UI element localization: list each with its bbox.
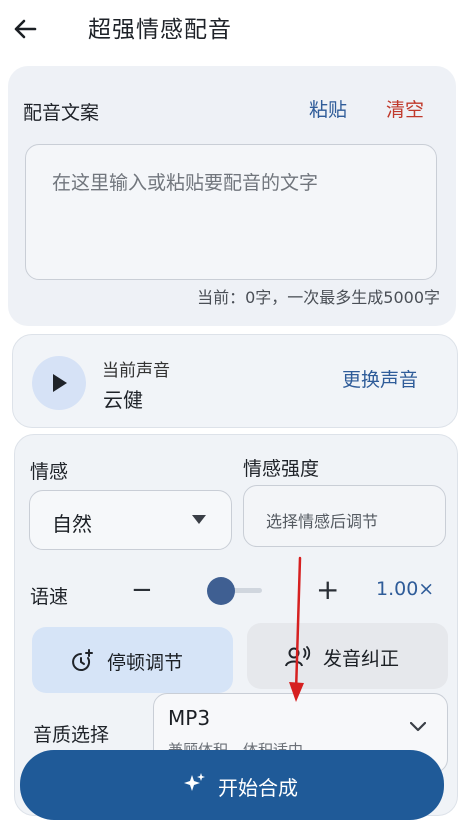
- play-icon: [53, 374, 67, 392]
- intensity-control[interactable]: 选择情感后调节: [243, 485, 446, 547]
- script-input-placeholder: 在这里输入或粘贴要配音的文字: [52, 172, 319, 194]
- timer-add-icon: [72, 649, 93, 671]
- speed-increase-button[interactable]: +: [316, 573, 339, 606]
- intensity-label: 情感强度: [243, 458, 320, 480]
- pause-adjust-label: 停顿调节: [107, 652, 184, 674]
- emotion-value: 自然: [52, 512, 92, 536]
- sparkle-icon: [184, 773, 205, 791]
- annotation-arrow: [289, 556, 304, 702]
- intensity-placeholder: 选择情感后调节: [266, 512, 379, 531]
- start-synthesis-label: 开始合成: [218, 776, 298, 800]
- pronunciation-label: 发音纠正: [323, 648, 400, 670]
- emotion-select[interactable]: 自然: [29, 490, 232, 550]
- arrow-left-icon[interactable]: [10, 14, 40, 44]
- speed-decrease-button[interactable]: −: [131, 575, 153, 605]
- change-voice-button[interactable]: 更换声音: [342, 365, 418, 392]
- pause-adjust-button[interactable]: 停顿调节: [32, 627, 233, 693]
- pronunciation-button[interactable]: 发音纠正: [247, 623, 448, 689]
- clear-button[interactable]: 清空: [386, 95, 424, 122]
- script-input[interactable]: 在这里输入或粘贴要配音的文字: [25, 144, 437, 280]
- page-title: 超强情感配音: [88, 17, 232, 43]
- speed-slider-thumb[interactable]: [207, 577, 235, 605]
- caret-down-icon: [192, 515, 206, 524]
- speed-label: 语速: [30, 586, 69, 608]
- app-header: 超强情感配音: [0, 0, 464, 58]
- quality-label: 音质选择: [33, 724, 110, 746]
- current-voice-name: 云健: [103, 388, 143, 412]
- emotion-label: 情感: [30, 461, 69, 483]
- quality-value: MP3: [168, 706, 211, 730]
- script-label: 配音文案: [23, 102, 100, 124]
- chevron-down-icon: [410, 722, 426, 732]
- paste-button[interactable]: 粘贴: [309, 95, 347, 122]
- speed-value: 1.00×: [376, 578, 435, 600]
- play-button[interactable]: [32, 356, 86, 410]
- char-counter: 当前：0字，一次最多生成5000字: [197, 288, 440, 307]
- current-voice-caption: 当前声音: [102, 361, 170, 381]
